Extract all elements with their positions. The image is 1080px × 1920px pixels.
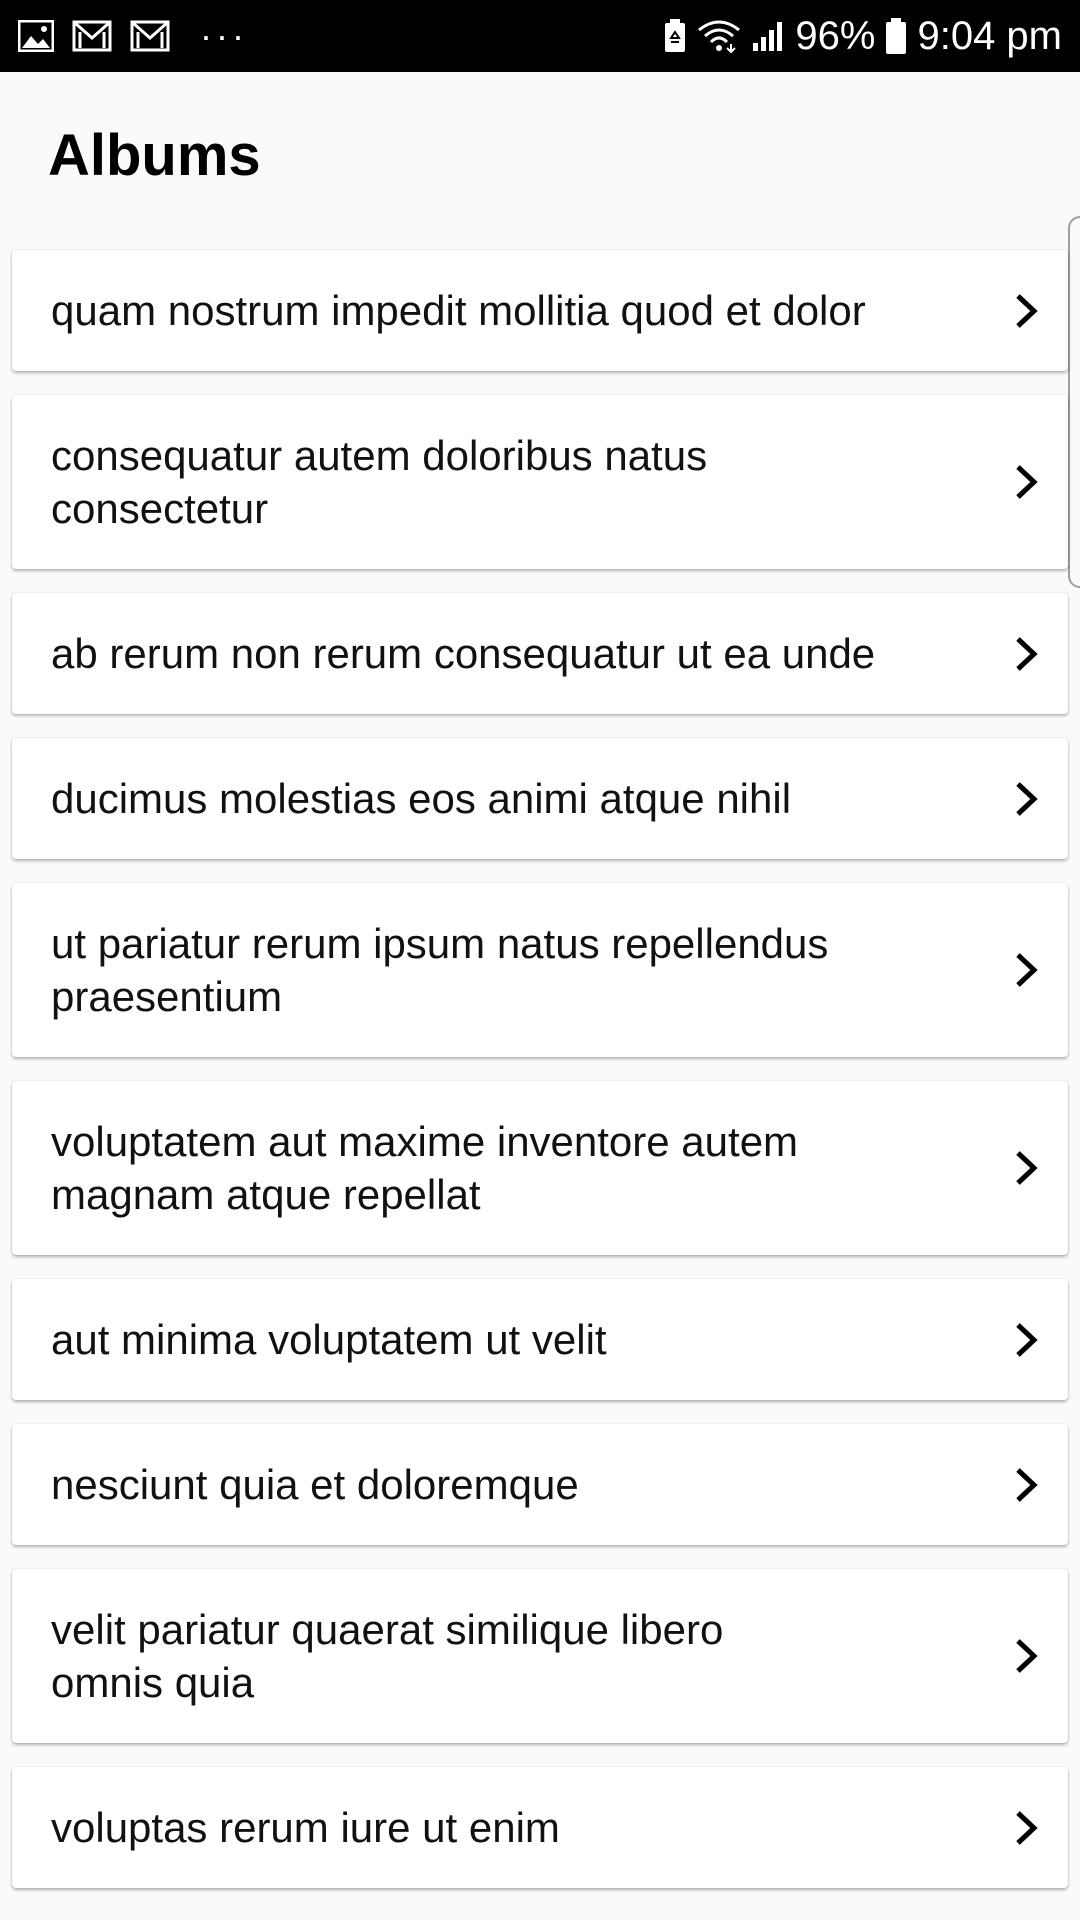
album-title: nesciunt quia et doloremque (51, 1461, 579, 1508)
chevron-right-icon (1012, 951, 1042, 989)
scrollbar[interactable] (1068, 216, 1080, 588)
album-item[interactable]: voluptatem aut maxime inventore autem ma… (12, 1081, 1068, 1255)
album-title: aut minima voluptatem ut velit (51, 1316, 607, 1363)
album-item[interactable]: nesciunt quia et doloremque (12, 1424, 1068, 1545)
album-title: consequatur autem doloribus natus consec… (51, 432, 708, 532)
chevron-right-icon (1012, 1149, 1042, 1187)
chevron-right-icon (1012, 635, 1042, 673)
album-list: quam nostrum impedit mollitia quod et do… (12, 250, 1068, 1912)
wifi-icon (697, 18, 741, 54)
status-bar: ··· 96% 9:04 pm (0, 0, 1080, 72)
chevron-right-icon (1012, 1809, 1042, 1847)
chevron-right-icon (1012, 1321, 1042, 1359)
album-title: ut pariatur rerum ipsum natus repellendu… (51, 920, 829, 1020)
battery-icon (885, 17, 907, 55)
signal-icon (751, 19, 785, 53)
album-title: voluptatem aut maxime inventore autem ma… (51, 1118, 799, 1218)
album-title: quam nostrum impedit mollitia quod et do… (51, 287, 866, 334)
album-title: ducimus molestias eos animi atque nihil (51, 775, 792, 822)
album-title: velit pariatur quaerat similique libero … (51, 1606, 724, 1706)
battery-saver-icon (663, 18, 687, 54)
gmail-icon (72, 20, 112, 52)
album-item[interactable]: ducimus molestias eos animi atque nihil (12, 738, 1068, 859)
chevron-right-icon (1012, 463, 1042, 501)
album-item[interactable]: velit pariatur quaerat similique libero … (12, 1569, 1068, 1743)
image-icon (18, 20, 54, 52)
album-item[interactable]: voluptas rerum iure ut enim (12, 1767, 1068, 1888)
system-icons: 96% 9:04 pm (663, 14, 1062, 59)
album-title: ab rerum non rerum consequatur ut ea und… (51, 630, 876, 677)
more-dots-icon: ··· (200, 15, 248, 56)
album-item[interactable]: aut minima voluptatem ut velit (12, 1279, 1068, 1400)
chevron-right-icon (1012, 1637, 1042, 1675)
chevron-right-icon (1012, 1466, 1042, 1504)
notification-icons: ··· (18, 15, 248, 57)
clock: 9:04 pm (917, 13, 1062, 58)
album-item[interactable]: consequatur autem doloribus natus consec… (12, 395, 1068, 569)
gmail-icon (130, 20, 170, 52)
album-item[interactable]: ut pariatur rerum ipsum natus repellendu… (12, 883, 1068, 1057)
album-item[interactable]: ab rerum non rerum consequatur ut ea und… (12, 593, 1068, 714)
album-item[interactable]: quam nostrum impedit mollitia quod et do… (12, 250, 1068, 371)
battery-percent: 96% (795, 13, 876, 58)
chevron-right-icon (1012, 780, 1042, 818)
album-title: voluptas rerum iure ut enim (51, 1804, 560, 1851)
chevron-right-icon (1012, 292, 1042, 330)
page-title: Albums (48, 123, 261, 188)
